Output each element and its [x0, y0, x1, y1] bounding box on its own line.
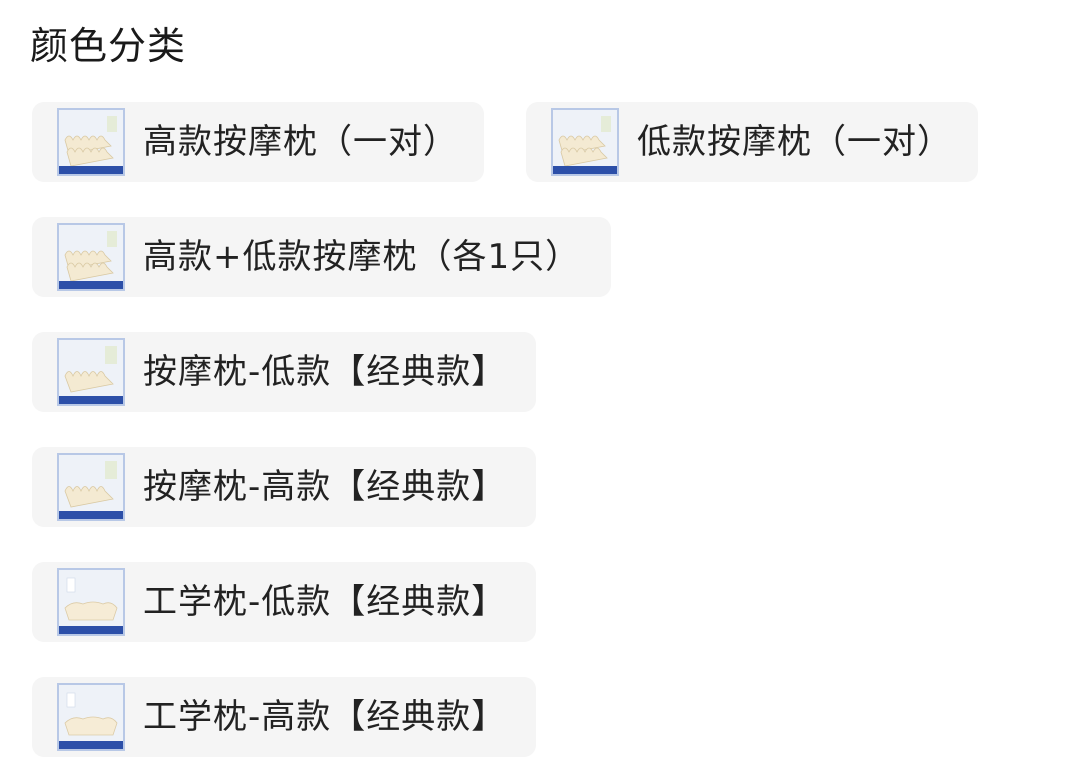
option-chip-ergonomic-low-classic[interactable]: 工学枕-低款【经典款】 — [32, 562, 536, 642]
option-label: 低款按摩枕（一对） — [637, 122, 952, 162]
massage-pillow-pair-image — [57, 223, 125, 291]
ergonomic-pillow-image — [57, 568, 125, 636]
option-chip-high-pair[interactable]: 高款按摩枕（一对） — [32, 102, 484, 182]
section-title: 颜色分类 — [30, 24, 187, 68]
massage-pillow-image — [57, 338, 125, 406]
option-chip-massage-high-classic[interactable]: 按摩枕-高款【经典款】 — [32, 447, 536, 527]
option-chip-low-pair[interactable]: 低款按摩枕（一对） — [526, 102, 978, 182]
option-label: 按摩枕-高款【经典款】 — [143, 467, 507, 507]
ergonomic-pillow-image — [57, 683, 125, 751]
option-label: 工学枕-高款【经典款】 — [143, 697, 507, 737]
massage-pillow-image — [57, 453, 125, 521]
option-label: 高款按摩枕（一对） — [143, 122, 458, 162]
option-label: 按摩枕-低款【经典款】 — [143, 352, 507, 392]
option-chip-high-plus-low[interactable]: 高款+低款按摩枕（各1只） — [32, 217, 611, 297]
option-label: 工学枕-低款【经典款】 — [143, 582, 507, 622]
massage-pillow-pair-image — [57, 108, 125, 176]
option-chip-ergonomic-high-classic[interactable]: 工学枕-高款【经典款】 — [32, 677, 536, 757]
option-chip-massage-low-classic[interactable]: 按摩枕-低款【经典款】 — [32, 332, 536, 412]
massage-pillow-pair-image — [551, 108, 619, 176]
option-label: 高款+低款按摩枕（各1只） — [143, 237, 581, 277]
